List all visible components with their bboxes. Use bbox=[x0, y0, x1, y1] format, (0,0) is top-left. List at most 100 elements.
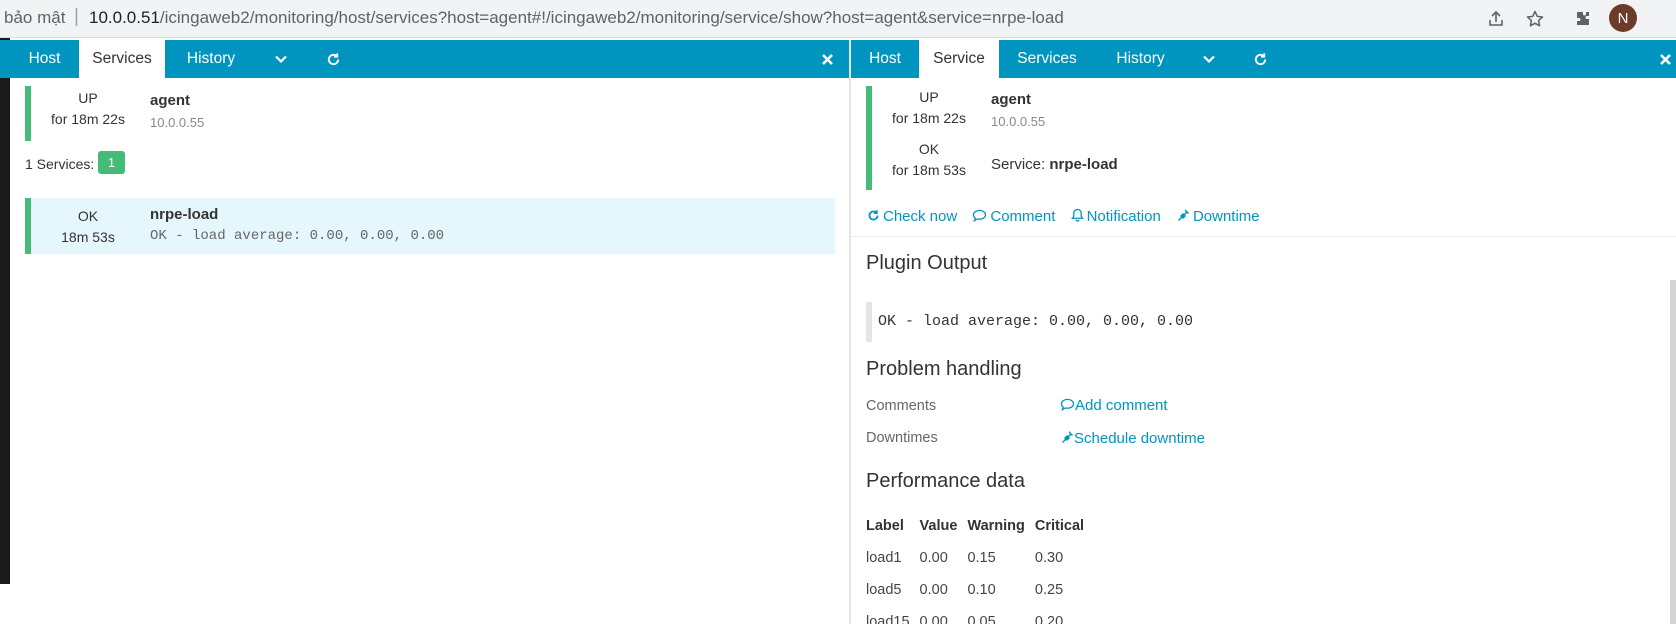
col-label: Label bbox=[866, 518, 904, 534]
perf-warning: 0.05 bbox=[967, 614, 996, 624]
tab-services[interactable]: Services bbox=[999, 40, 1095, 78]
host-state-row[interactable]: UP for 18m 22s agent 10.0.0.55 bbox=[866, 86, 1106, 138]
service-list-row[interactable]: OK 18m 53s nrpe-load OK - load average: … bbox=[25, 198, 835, 254]
right-tabbar: Host Service Services History bbox=[851, 40, 1676, 78]
chevron-down-icon[interactable] bbox=[266, 40, 296, 78]
host-state-since: for 18m 22s bbox=[51, 111, 125, 127]
host-name[interactable]: agent bbox=[150, 92, 190, 109]
perf-warning: 0.15 bbox=[967, 550, 996, 566]
col-critical: Critical bbox=[1034, 518, 1085, 534]
service-label-prefix: Service: bbox=[991, 156, 1046, 173]
scrollbar[interactable] bbox=[1670, 280, 1676, 624]
tab-history[interactable]: History bbox=[1095, 40, 1186, 78]
service-actions: Check now Comment Notification Downtime bbox=[867, 208, 1271, 225]
host-state: UP bbox=[78, 90, 98, 106]
left-tabbar: Host Services History bbox=[0, 40, 850, 78]
service-state-box: OK for 18m 53s bbox=[872, 141, 986, 178]
chevron-down-icon[interactable] bbox=[1194, 40, 1224, 78]
perf-label: load1 bbox=[866, 550, 902, 566]
perf-critical: 0.25 bbox=[1034, 582, 1064, 598]
url-host: 10.0.0.51 bbox=[89, 8, 160, 27]
performance-data-title: Performance data bbox=[866, 470, 1025, 492]
service-output: OK - load average: 0.00, 0.00, 0.00 bbox=[150, 228, 445, 244]
comments-label: Comments bbox=[866, 398, 937, 414]
perf-label: load5 bbox=[866, 582, 902, 598]
plug-icon bbox=[1176, 208, 1190, 225]
table-row: load1 0.00 0.15 0.30 bbox=[866, 542, 1094, 574]
extensions-puzzle-icon[interactable] bbox=[1571, 7, 1595, 31]
table-row: load5 0.00 0.10 0.25 bbox=[866, 574, 1094, 606]
service-state: OK bbox=[77, 208, 99, 224]
service-state: OK bbox=[918, 141, 940, 157]
refresh-icon[interactable] bbox=[1245, 40, 1275, 78]
perf-value: 0.00 bbox=[919, 550, 948, 566]
perf-critical: 0.30 bbox=[1034, 550, 1064, 566]
refresh-icon bbox=[867, 208, 880, 225]
bell-icon bbox=[1070, 208, 1084, 225]
service-title: Service: nrpe-load bbox=[991, 156, 1118, 173]
col-warning: Warning bbox=[967, 518, 1025, 534]
tab-services[interactable]: Services bbox=[79, 40, 165, 78]
schedule-downtime-link[interactable]: Schedule downtime bbox=[1060, 430, 1205, 447]
add-comment-label: Add comment bbox=[1075, 397, 1168, 414]
perf-value: 0.00 bbox=[919, 582, 948, 598]
host-address: 10.0.0.55 bbox=[150, 115, 205, 130]
host-state-box: UP for 18m 22s bbox=[872, 89, 986, 126]
downtime-label: Downtime bbox=[1192, 208, 1260, 225]
notification-link[interactable]: Notification bbox=[1070, 208, 1161, 225]
tab-host[interactable]: Host bbox=[10, 40, 79, 78]
service-name[interactable]: nrpe-load bbox=[150, 206, 218, 223]
comment-icon bbox=[972, 208, 987, 225]
host-state: UP bbox=[919, 89, 939, 105]
performance-header-row: Label Value Warning Critical bbox=[866, 510, 1094, 542]
service-duration: 18m 53s bbox=[61, 229, 115, 245]
browser-address-bar[interactable]: bảo mật | 10.0.0.51/icingaweb2/monitorin… bbox=[0, 0, 1676, 38]
col-value: Value bbox=[919, 518, 958, 534]
downtimes-label: Downtimes bbox=[866, 430, 938, 446]
refresh-icon[interactable] bbox=[318, 40, 348, 78]
plugin-output-text: OK - load average: 0.00, 0.00, 0.00 bbox=[866, 302, 1266, 342]
service-state-row: OK for 18m 53s Service: nrpe-load bbox=[866, 138, 1166, 190]
table-row: load15 0.00 0.05 0.20 bbox=[866, 606, 1094, 624]
tab-history[interactable]: History bbox=[165, 40, 257, 78]
close-icon[interactable] bbox=[1650, 40, 1676, 78]
plugin-output-title: Plugin Output bbox=[866, 252, 988, 274]
url-path: /icingaweb2/monitoring/host/services?hos… bbox=[159, 8, 1064, 27]
check-now-label: Check now bbox=[883, 208, 958, 225]
downtime-link[interactable]: Downtime bbox=[1176, 208, 1260, 225]
services-count-badge[interactable]: 1 bbox=[98, 151, 125, 174]
host-state-row[interactable]: UP for 18m 22s agent 10.0.0.55 bbox=[25, 86, 265, 141]
check-now-link[interactable]: Check now bbox=[867, 208, 957, 225]
performance-table: Label Value Warning Critical load1 0.00 … bbox=[866, 510, 1094, 624]
notification-label: Notification bbox=[1086, 208, 1161, 225]
host-address: 10.0.0.55 bbox=[991, 114, 1046, 129]
comment-label: Comment bbox=[990, 208, 1056, 225]
add-comment-link[interactable]: Add comment bbox=[1060, 397, 1168, 414]
perf-warning: 0.10 bbox=[967, 582, 996, 598]
comment-icon bbox=[1060, 397, 1075, 414]
right-column: Host Service Services History UP for 18m… bbox=[851, 40, 1676, 624]
host-name[interactable]: agent bbox=[991, 91, 1031, 108]
host-state-since: for 18m 22s bbox=[892, 110, 966, 126]
problem-handling-title: Problem handling bbox=[866, 358, 1022, 380]
service-state-box: OK 18m 53s bbox=[31, 208, 145, 245]
close-icon[interactable] bbox=[812, 40, 842, 78]
perf-critical: 0.20 bbox=[1034, 614, 1064, 624]
tab-service[interactable]: Service bbox=[919, 40, 999, 78]
schedule-downtime-label: Schedule downtime bbox=[1074, 430, 1205, 447]
left-column: Host Services History UP for 18m 22s age… bbox=[0, 40, 850, 624]
bookmark-star-icon[interactable] bbox=[1523, 7, 1547, 31]
services-count-label: 1 Services: bbox=[25, 156, 95, 172]
section-divider bbox=[851, 236, 1676, 237]
service-name: nrpe-load bbox=[1049, 156, 1118, 173]
share-icon[interactable] bbox=[1484, 7, 1508, 31]
host-state-box: UP for 18m 22s bbox=[31, 90, 145, 127]
comment-link[interactable]: Comment bbox=[972, 208, 1055, 225]
url-text[interactable]: 10.0.0.51/icingaweb2/monitoring/host/ser… bbox=[89, 8, 1064, 28]
security-label[interactable]: bảo mật bbox=[4, 8, 65, 28]
perf-value: 0.00 bbox=[919, 614, 948, 624]
address-separator: | bbox=[74, 6, 79, 27]
tab-host[interactable]: Host bbox=[851, 40, 919, 78]
perf-label: load15 bbox=[866, 614, 910, 624]
profile-avatar[interactable]: N bbox=[1609, 4, 1637, 32]
